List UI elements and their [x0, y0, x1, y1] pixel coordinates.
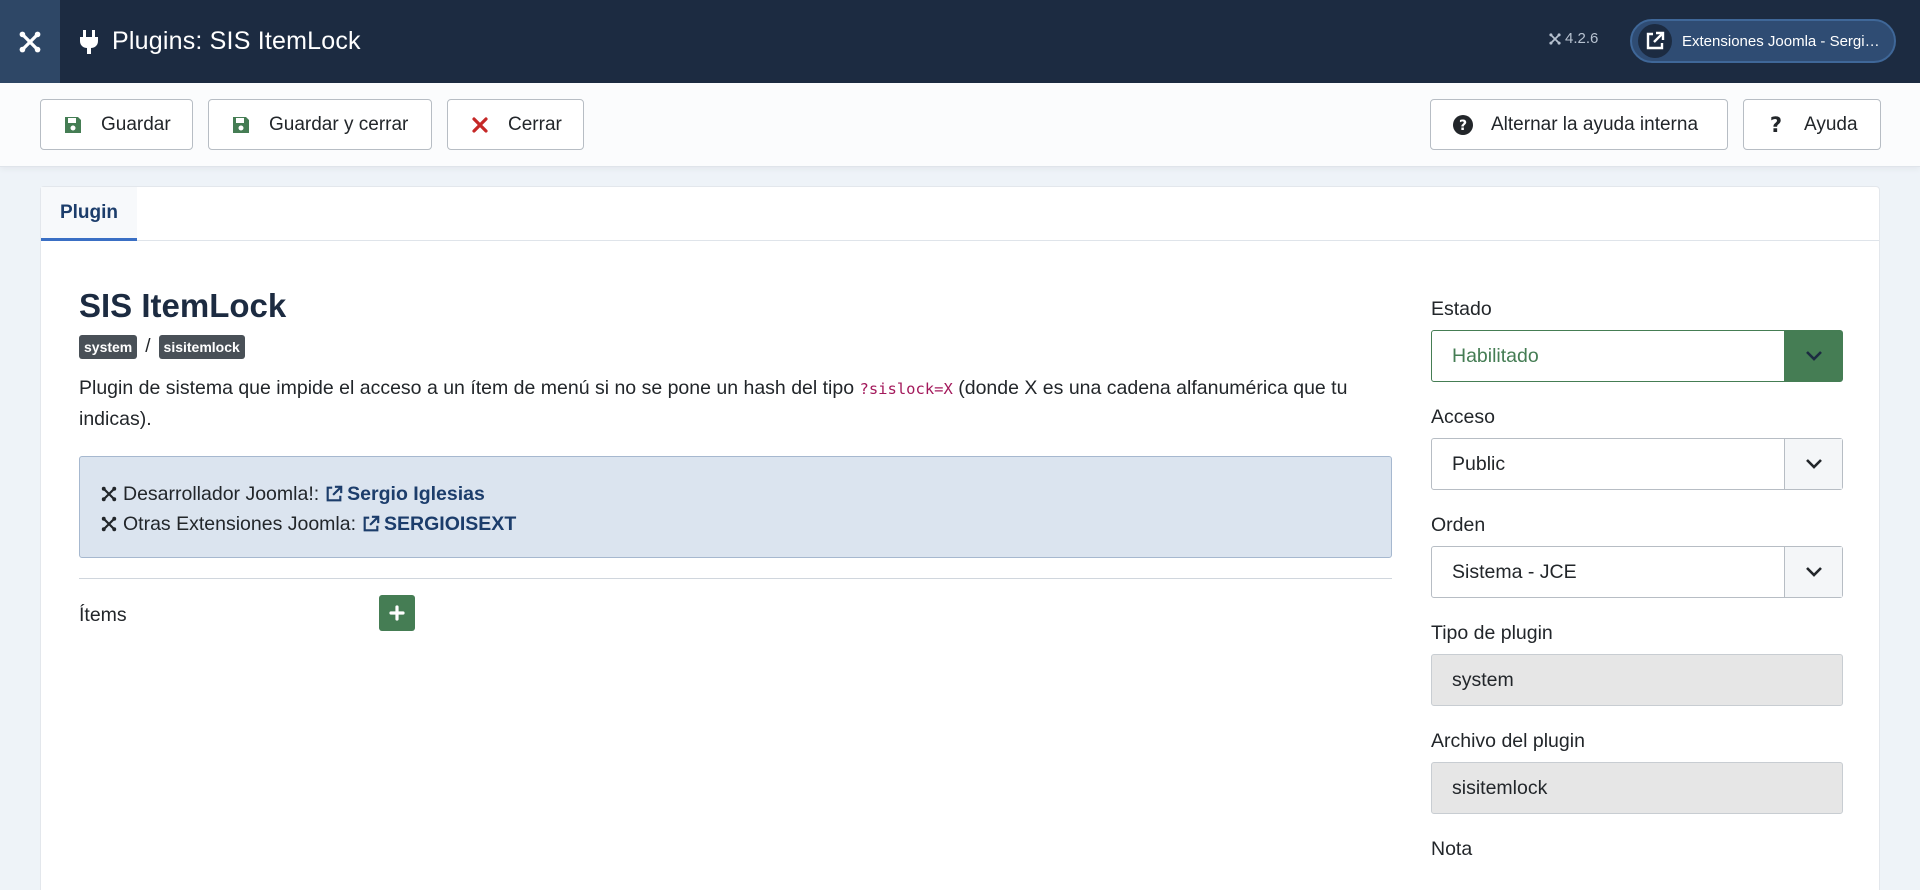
orden-value: Sistema - JCE — [1452, 560, 1577, 583]
close-button[interactable]: Cerrar — [447, 99, 584, 150]
question-circle-icon: ? — [1453, 114, 1473, 135]
joomla-icon — [19, 31, 41, 52]
header-bar: Plugins: SIS ItemLock 4.2.6 Extensiones … — [0, 0, 1920, 83]
nota-label: Nota — [1431, 838, 1473, 860]
save-icon — [231, 115, 251, 135]
extensions-link[interactable]: SERGIOISEXT — [384, 509, 516, 539]
help-label: Ayuda — [1804, 113, 1858, 135]
plug-icon — [80, 29, 98, 54]
svg-text:?: ? — [1770, 115, 1782, 135]
site-link-button[interactable]: Extensiones Joomla - Sergio... — [1630, 19, 1896, 63]
chevron-down-icon — [1784, 439, 1842, 489]
orden-label: Orden — [1431, 514, 1486, 536]
toolbar: Guardar Guardar y cerrar Cerrar ? Altern… — [0, 83, 1920, 167]
save-close-button[interactable]: Guardar y cerrar — [208, 99, 432, 150]
save-close-label: Guardar y cerrar — [269, 113, 409, 135]
items-field: Ítems — [79, 595, 1392, 631]
items-label: Ítems — [79, 603, 127, 626]
external-link-icon — [1638, 24, 1672, 58]
chevron-down-icon — [1784, 547, 1842, 597]
version-text: 4.2.6 — [1565, 30, 1599, 47]
toggle-help-button[interactable]: ? Alternar la ayuda interna — [1430, 99, 1728, 150]
element-badge: sisitemlock — [158, 335, 245, 359]
sidebar-fields: Estado Habilitado Acceso Public Orden Si… — [1431, 298, 1843, 885]
toggle-help-label: Alternar la ayuda interna — [1491, 113, 1699, 135]
save-button[interactable]: Guardar — [40, 99, 193, 150]
joomla-icon — [1549, 32, 1561, 45]
add-item-button[interactable] — [379, 595, 415, 631]
external-link-icon — [363, 515, 380, 532]
page-title: Plugins: SIS ItemLock — [112, 27, 361, 55]
edit-card: Plugin SIS ItemLock system / sisitemlock… — [40, 186, 1880, 890]
plugin-badges: system / sisitemlock — [79, 335, 1392, 359]
svg-text:?: ? — [1459, 118, 1467, 134]
joomla-logo-button[interactable] — [0, 0, 60, 83]
estado-select[interactable]: Habilitado — [1431, 330, 1843, 382]
developer-link[interactable]: Sergio Iglesias — [347, 479, 485, 509]
site-link-label: Extensiones Joomla - Sergio... — [1682, 32, 1882, 50]
joomla-icon — [101, 486, 117, 502]
acceso-value: Public — [1452, 452, 1506, 475]
help-button[interactable]: ? Ayuda — [1743, 99, 1881, 150]
joomla-icon — [101, 516, 117, 532]
save-icon — [63, 115, 83, 135]
acceso-label: Acceso — [1431, 406, 1495, 428]
plugin-description: Plugin de sistema que impide el acceso a… — [79, 373, 1392, 434]
plus-icon — [389, 605, 405, 621]
archivo-field: sisitemlock — [1431, 762, 1843, 814]
acceso-select[interactable]: Public — [1431, 438, 1843, 490]
plugin-name: SIS ItemLock — [79, 287, 287, 324]
estado-value: Habilitado — [1452, 344, 1539, 367]
estado-label: Estado — [1431, 298, 1492, 320]
extensions-label: Otras Extensiones Joomla: — [123, 513, 357, 535]
info-box: Desarrollador Joomla!: Sergio Iglesias O… — [79, 456, 1392, 558]
tab-bar: Plugin — [41, 187, 1879, 241]
description-code: ?sislock=X — [859, 380, 953, 398]
developer-label: Desarrollador Joomla!: — [123, 483, 320, 505]
developer-row: Desarrollador Joomla!: Sergio Iglesias — [100, 479, 1371, 509]
main-column: SIS ItemLock system / sisitemlock Plugin… — [79, 287, 1392, 631]
badge-separator: / — [145, 336, 151, 357]
external-link-icon — [326, 485, 343, 502]
save-label: Guardar — [101, 113, 171, 135]
extensions-row: Otras Extensiones Joomla: SERGIOISEXT — [100, 509, 1371, 539]
times-icon — [470, 115, 490, 135]
orden-select[interactable]: Sistema - JCE — [1431, 546, 1843, 598]
tipo-label: Tipo de plugin — [1431, 622, 1553, 644]
folder-badge: system — [79, 335, 138, 359]
tab-plugin[interactable]: Plugin — [41, 187, 137, 241]
close-label: Cerrar — [508, 113, 562, 135]
question-icon: ? — [1766, 115, 1786, 135]
joomla-version: 4.2.6 — [1548, 30, 1598, 47]
archivo-label: Archivo del plugin — [1431, 730, 1585, 752]
section-divider — [79, 578, 1392, 579]
description-text: Plugin de sistema que impide el acceso a… — [79, 377, 860, 399]
tipo-field: system — [1431, 654, 1843, 706]
chevron-down-icon — [1784, 331, 1842, 381]
